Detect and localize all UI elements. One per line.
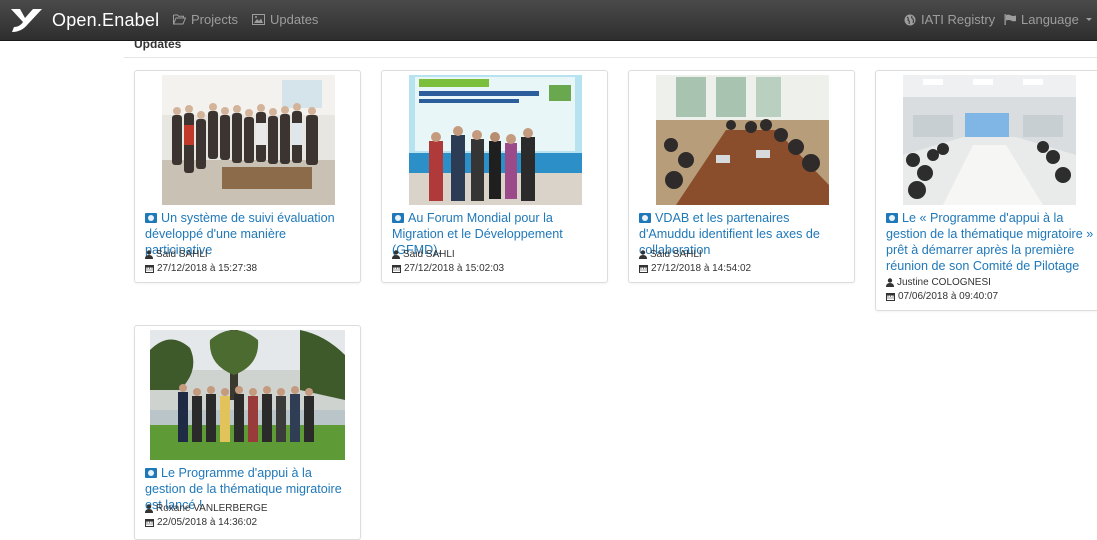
update-author: Said SAHLI (639, 249, 702, 260)
nav-projects-label: Projects (191, 12, 238, 27)
user-icon (392, 250, 400, 259)
update-card[interactable]: Le « Programme d'appui à la gestion de l… (875, 70, 1097, 311)
camera-icon (145, 213, 157, 223)
update-author: Roxane VANLERBERGE (145, 503, 268, 514)
nav-updates-label: Updates (270, 12, 319, 27)
update-title-link[interactable]: Le « Programme d'appui à la gestion de l… (886, 210, 1096, 274)
update-card[interactable]: VDAB et les partenaires d'Amuddu identif… (628, 70, 855, 283)
calendar-icon (886, 293, 895, 301)
top-navbar: Open.Enabel Projects Updates IATI Regist… (0, 0, 1097, 41)
user-icon (145, 250, 153, 259)
user-icon (639, 250, 647, 259)
camera-icon (145, 468, 157, 478)
nav-iati-label: IATI Registry (921, 12, 996, 27)
caret-down-icon (1085, 18, 1092, 21)
update-photo[interactable] (903, 75, 1076, 205)
picture-icon (252, 14, 265, 25)
divider (124, 57, 1097, 58)
update-card[interactable]: Le Programme d'appui à la gestion de la … (134, 325, 361, 540)
calendar-icon (639, 265, 648, 273)
nav-projects[interactable]: Projects (173, 12, 238, 27)
camera-icon (639, 213, 651, 223)
calendar-icon (145, 265, 154, 273)
camera-icon (886, 213, 898, 223)
camera-icon (392, 213, 404, 223)
user-icon (886, 278, 894, 287)
update-author: Justine COLOGNESI (886, 277, 991, 288)
update-date: 27/12/2018 à 15:27:38 (145, 263, 257, 274)
calendar-icon (145, 519, 154, 527)
update-card[interactable]: Un système de suivi évaluation développé… (134, 70, 361, 283)
update-date: 07/06/2018 à 09:40:07 (886, 291, 998, 302)
calendar-icon (392, 265, 401, 273)
enabel-logo-icon (11, 9, 42, 32)
update-date: 22/05/2018 à 14:36:02 (145, 517, 257, 528)
update-photo[interactable] (162, 75, 335, 205)
globe-icon (904, 14, 916, 25)
page-title: Updates (134, 37, 182, 51)
update-author: Said SAHLI (392, 249, 455, 260)
update-photo[interactable] (409, 75, 582, 205)
update-photo[interactable] (656, 75, 829, 205)
update-card[interactable]: Au Forum Mondial pour la Migration et le… (381, 70, 608, 283)
nav-updates[interactable]: Updates (252, 12, 318, 27)
brand-link[interactable]: Open.Enabel (8, 7, 159, 33)
brand-name: Open.Enabel (52, 9, 160, 30)
nav-language-label: Language (1021, 12, 1079, 27)
update-photo[interactable] (150, 330, 345, 460)
user-icon (145, 504, 153, 513)
nav-language-dropdown[interactable]: Language (1004, 12, 1092, 27)
flag-icon (1004, 14, 1016, 25)
update-date: 27/12/2018 à 14:54:02 (639, 263, 751, 274)
update-date: 27/12/2018 à 15:02:03 (392, 263, 504, 274)
update-author: Said SAHLI (145, 249, 208, 260)
folder-open-icon (173, 14, 186, 25)
nav-iati-registry[interactable]: IATI Registry (904, 12, 995, 27)
